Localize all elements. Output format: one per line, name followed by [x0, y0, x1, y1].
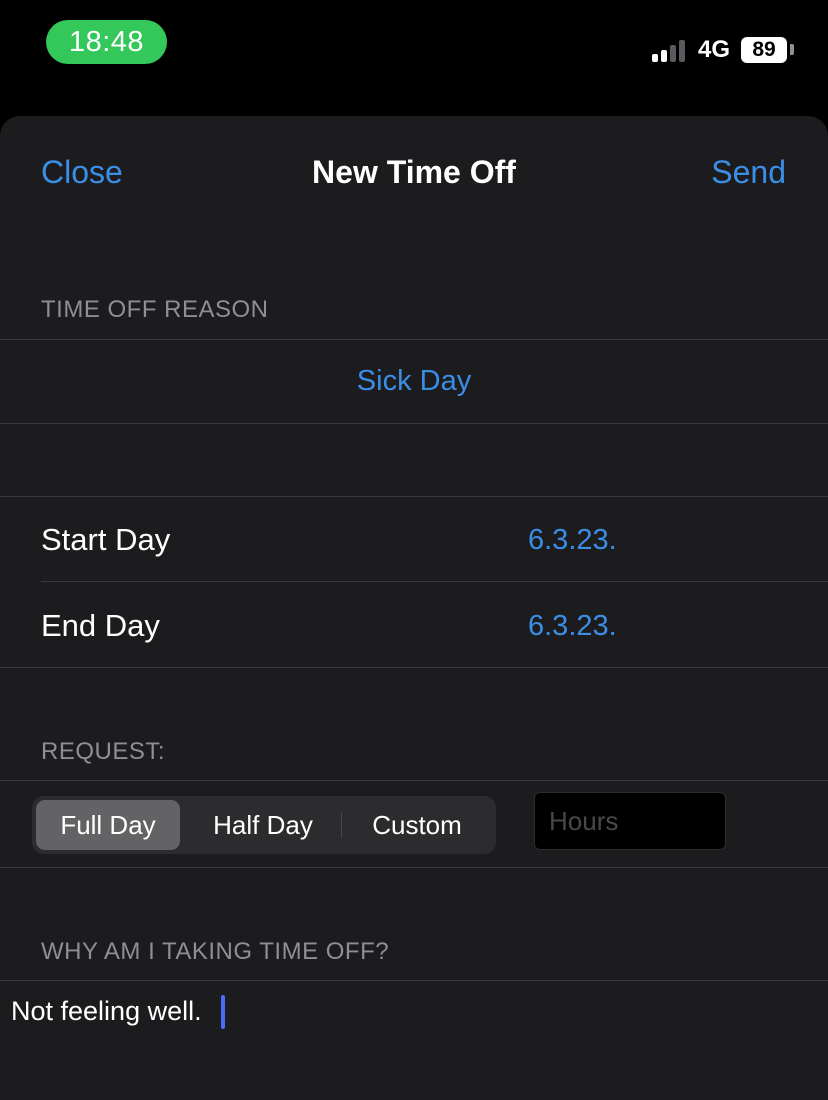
divider — [0, 867, 828, 868]
battery-tip — [790, 44, 794, 55]
request-header: REQUEST: — [41, 738, 166, 765]
battery-icon: 89 — [741, 37, 787, 63]
divider — [0, 667, 828, 668]
text-cursor — [221, 995, 225, 1029]
status-bar: 18:48 4G 89 — [0, 0, 828, 100]
divider — [0, 496, 828, 497]
why-header: WHY AM I TAKING TIME OFF? — [41, 938, 390, 965]
divider — [0, 780, 828, 781]
end-day-label: End Day — [41, 608, 160, 643]
reason-text-field[interactable]: Not feeling well. — [11, 996, 202, 1027]
segment-custom[interactable]: Custom — [342, 800, 492, 850]
page-title: New Time Off — [312, 154, 516, 190]
request-type-segmented-control: Full Day Half Day Custom — [32, 796, 496, 854]
nav-bar: Close New Time Off Send — [0, 116, 828, 228]
divider — [0, 423, 828, 424]
divider — [0, 339, 828, 340]
time-off-reason-header: TIME OFF REASON — [41, 296, 269, 323]
send-button[interactable]: Send — [711, 154, 786, 191]
segment-half-day[interactable]: Half Day — [184, 800, 342, 850]
start-day-picker[interactable]: 6.3.23. — [528, 524, 617, 557]
end-day-picker[interactable]: 6.3.23. — [528, 610, 617, 643]
cellular-signal-icon — [652, 38, 690, 62]
time-off-reason-picker[interactable]: Sick Day — [0, 365, 828, 398]
hours-input[interactable] — [534, 792, 726, 850]
segment-full-day[interactable]: Full Day — [36, 800, 180, 850]
start-day-label: Start Day — [41, 522, 171, 557]
divider — [0, 980, 828, 981]
new-time-off-sheet: Close New Time Off Send TIME OFF REASON … — [0, 116, 828, 1100]
divider — [41, 581, 828, 582]
network-type: 4G — [698, 36, 731, 63]
status-time[interactable]: 18:48 — [46, 20, 167, 64]
